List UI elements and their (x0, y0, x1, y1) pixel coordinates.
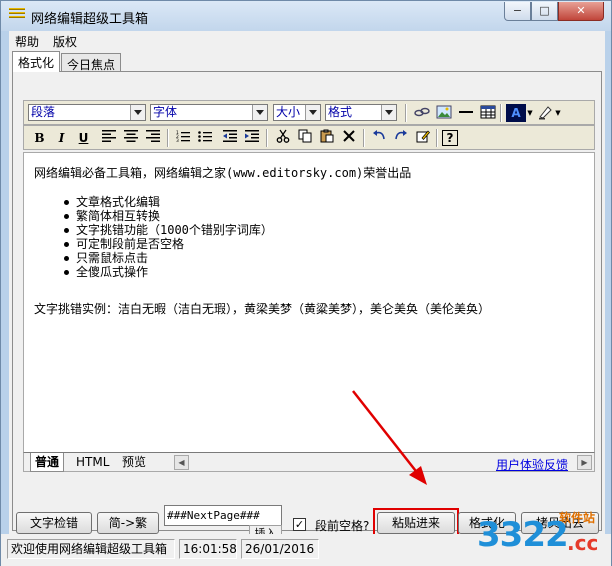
toolbar-separator (266, 129, 268, 147)
toolbar-separator (167, 129, 169, 147)
ordered-list-icon[interactable]: 123 (173, 129, 192, 147)
toolbar-separator (436, 129, 438, 147)
editor-intro-line: 网络编辑必备工具箱，网络编辑之家(www.editorsky.com)荣誉出品 (34, 166, 412, 180)
delete-icon[interactable] (339, 129, 358, 147)
indent-label: 段前空格? (315, 519, 370, 533)
underline-icon[interactable]: U (74, 129, 93, 147)
copy-icon[interactable] (295, 129, 314, 147)
italic-icon[interactable]: I (52, 129, 71, 147)
list-item: 文字挑错功能（1000个错别字词库） (64, 223, 584, 237)
list-item: 可定制段前是否空格 (64, 237, 584, 251)
watermark-suffix: .cc (567, 531, 599, 555)
unordered-list-icon[interactable] (195, 129, 214, 147)
status-date: 26/01/2016 (241, 539, 319, 559)
align-right-icon[interactable] (143, 129, 162, 147)
size-select[interactable]: 大小 (273, 104, 321, 121)
list-item: 繁简体相互转换 (64, 209, 584, 223)
main-client-area: 格式化 今日焦点 段落 字体 大小 格式 A ▼ ▼ B I U 1 2 3 ?… (9, 50, 605, 542)
format-select[interactable]: 格式 (325, 104, 397, 121)
svg-text:3: 3 (176, 138, 179, 142)
edit-icon[interactable] (413, 129, 432, 147)
feedback-link[interactable]: 用户体验反馈 (496, 456, 568, 473)
menu-bar: 帮助 版权 (9, 31, 605, 50)
list-item: 文章格式化编辑 (64, 195, 584, 209)
maximize-button[interactable]: □ (531, 2, 558, 21)
undo-icon[interactable] (369, 129, 388, 147)
scroll-left-icon[interactable]: ◀ (174, 455, 189, 470)
indent-checkbox[interactable]: ✓ (293, 518, 306, 531)
watermark-main: 3322 (477, 515, 569, 555)
font-select-value: 字体 (153, 105, 178, 119)
menu-copyright[interactable]: 版权 (53, 33, 77, 50)
paragraph-select[interactable]: 段落 (28, 104, 146, 121)
list-item: 全傻瓜式操作 (64, 265, 584, 279)
format-tab-panel: 段落 字体 大小 格式 A ▼ ▼ B I U 1 2 3 ? 网络编辑必备工具… (12, 71, 602, 542)
tab-preview-view[interactable]: 预览 (122, 453, 146, 472)
bold-icon[interactable]: B (30, 129, 49, 147)
table-icon[interactable] (478, 104, 497, 122)
redo-icon[interactable] (391, 129, 410, 147)
link-icon[interactable] (412, 104, 431, 122)
font-select[interactable]: 字体 (150, 104, 268, 121)
indent-icon[interactable] (242, 129, 261, 147)
check-text-button[interactable]: 文字检错 (16, 512, 92, 534)
convert-button[interactable]: 简->繁 (97, 512, 159, 534)
status-message: 欢迎使用网络编辑超级工具箱 (7, 539, 175, 559)
highlight-icon[interactable] (535, 104, 554, 122)
outdent-icon[interactable] (220, 129, 239, 147)
window-title: 网络编辑超级工具箱 (31, 12, 149, 27)
chevron-down-icon[interactable] (305, 105, 320, 120)
font-color-icon[interactable]: A (506, 104, 526, 122)
help-icon[interactable]: ? (442, 130, 458, 146)
paragraph-select-value: 段落 (31, 105, 56, 119)
scroll-right-icon[interactable]: ▶ (577, 455, 592, 470)
view-mode-bar: 普通 HTML 预览 ◀ 用户体验反馈 ▶ (23, 452, 595, 472)
cut-icon[interactable] (273, 129, 292, 147)
app-window: 网络编辑超级工具箱 − □ ✕ 帮助 版权 格式化 今日焦点 段落 字体 大小 (0, 0, 612, 566)
minimize-button[interactable]: − (504, 2, 531, 21)
close-button[interactable]: ✕ (558, 2, 604, 21)
horizontal-rule-icon[interactable] (456, 104, 475, 122)
status-time: 16:01:58 (179, 539, 237, 559)
align-left-icon[interactable] (99, 129, 118, 147)
image-icon[interactable] (434, 104, 453, 122)
app-icon (9, 8, 25, 23)
toolbar-separator (363, 129, 365, 147)
chevron-down-icon[interactable]: ▼ (554, 104, 562, 122)
chevron-down-icon[interactable] (381, 105, 396, 120)
chevron-down-icon[interactable] (130, 105, 145, 120)
toolbar-separator (405, 104, 407, 122)
editor-content: 网络编辑必备工具箱，网络编辑之家(www.editorsky.com)荣誉出品 … (34, 165, 584, 317)
tab-html-view[interactable]: HTML (76, 453, 109, 472)
format-toolbar: 段落 字体 大小 格式 A ▼ ▼ (23, 100, 595, 125)
title-bar[interactable]: 网络编辑超级工具箱 − □ ✕ (1, 1, 611, 31)
toolbar-separator (500, 104, 502, 122)
paste-icon[interactable] (317, 129, 336, 147)
edit-toolbar: B I U 123 ? (23, 125, 595, 150)
editor-example-line: 文字挑错实例：洁白无暇（洁白无瑕），黄梁美梦（黄粱美梦），美仑美奂（美伦美奂） (34, 302, 491, 316)
format-select-value: 格式 (328, 105, 353, 119)
nextpage-input[interactable]: ###NextPage### (164, 505, 282, 526)
tab-format[interactable]: 格式化 (12, 51, 61, 72)
chevron-down-icon[interactable]: ▼ (526, 104, 534, 122)
feature-list: 文章格式化编辑 繁简体相互转换 文字挑错功能（1000个错别字词库） 可定制段前… (64, 195, 584, 279)
tab-normal-view[interactable]: 普通 (30, 453, 65, 472)
rich-text-editor[interactable]: 网络编辑必备工具箱，网络编辑之家(www.editorsky.com)荣誉出品 … (23, 152, 595, 461)
align-center-icon[interactable] (121, 129, 140, 147)
watermark-logo: 软件站 3322 .cc (471, 501, 611, 563)
size-select-value: 大小 (276, 105, 301, 119)
list-item: 只需鼠标点击 (64, 251, 584, 265)
chevron-down-icon[interactable] (252, 105, 267, 120)
menu-help[interactable]: 帮助 (15, 33, 39, 50)
tab-today-focus[interactable]: 今日焦点 (61, 53, 122, 72)
